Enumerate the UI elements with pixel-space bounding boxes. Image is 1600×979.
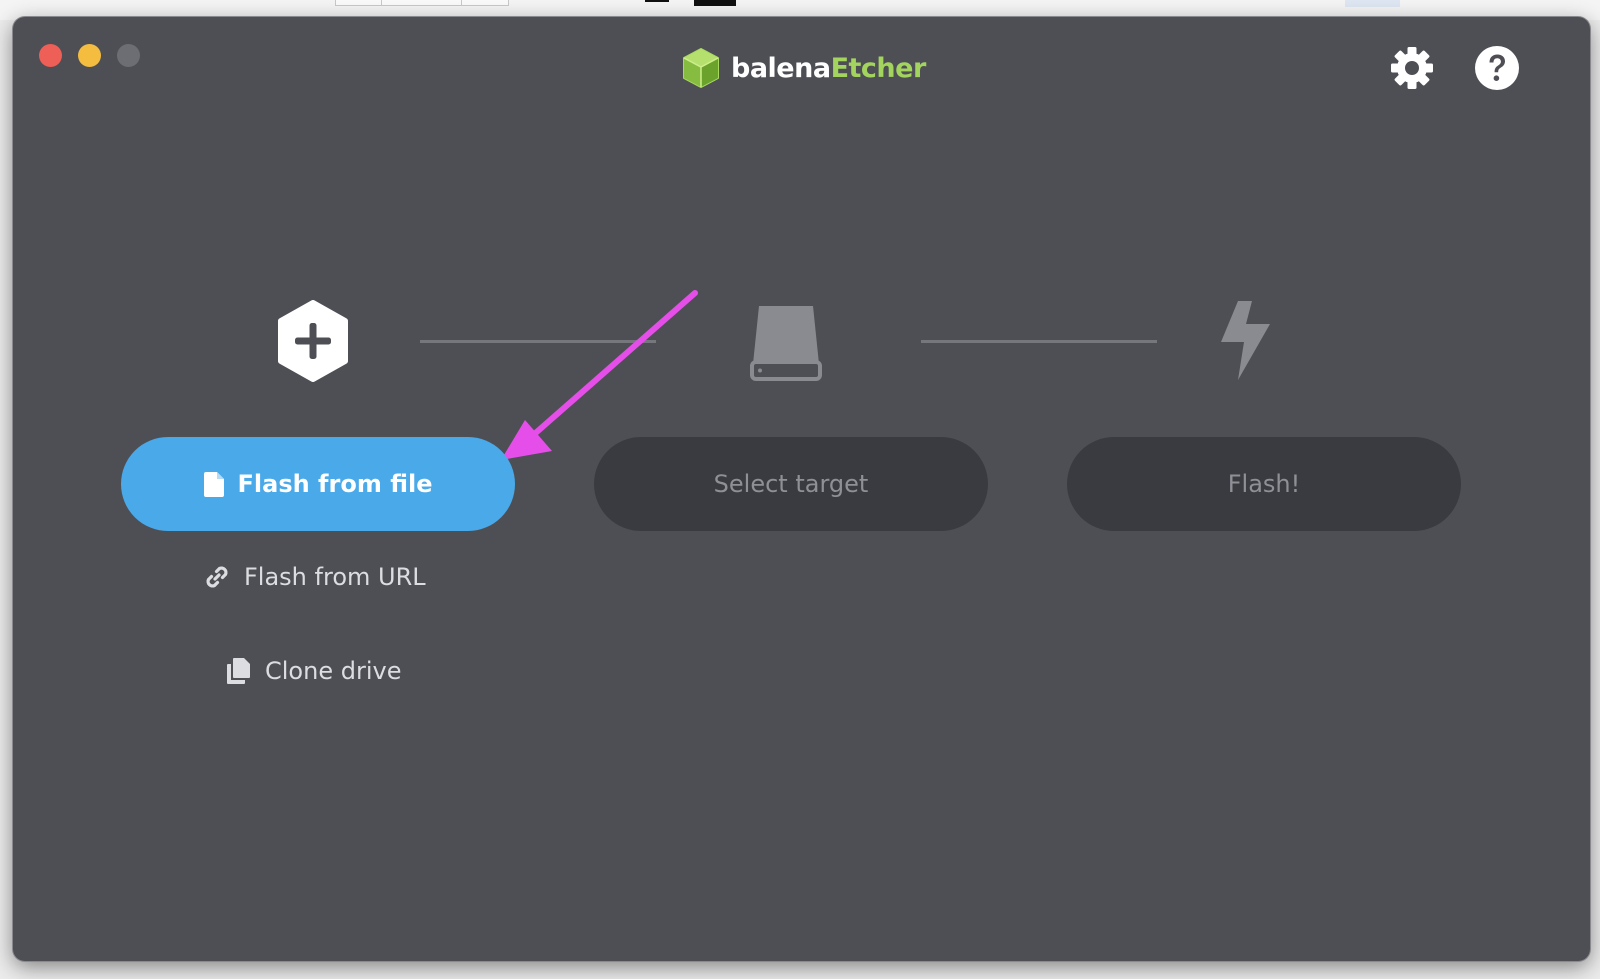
drive-icon bbox=[750, 306, 822, 381]
select-target-button[interactable]: Select target bbox=[594, 437, 988, 531]
step-connector bbox=[921, 340, 1157, 343]
link-icon bbox=[206, 566, 228, 588]
desktop-mark bbox=[694, 0, 736, 6]
clone-drive-label: Clone drive bbox=[265, 657, 402, 685]
flash-from-url-button[interactable]: Flash from URL bbox=[204, 561, 426, 593]
lightning-icon bbox=[1221, 301, 1270, 380]
plus-hexagon-icon bbox=[278, 300, 348, 382]
brand-prefix: balena bbox=[731, 52, 831, 84]
etcher-window: balenaEtcher Flash from file Select targ… bbox=[13, 17, 1590, 961]
brand-suffix: Etcher bbox=[830, 52, 927, 84]
select-target-label: Select target bbox=[713, 470, 869, 498]
flash-button[interactable]: Flash! bbox=[1067, 437, 1461, 531]
question-icon[interactable] bbox=[1473, 44, 1521, 92]
window-minimize-button[interactable] bbox=[78, 44, 101, 67]
desktop-mark bbox=[645, 0, 669, 2]
gear-icon[interactable] bbox=[1388, 44, 1436, 92]
window-close-button[interactable] bbox=[39, 44, 62, 67]
flash-label: Flash! bbox=[1227, 470, 1301, 498]
clone-drive-button[interactable]: Clone drive bbox=[227, 655, 401, 687]
desktop-tab bbox=[461, 0, 509, 6]
step-connector bbox=[420, 340, 656, 343]
copy-icon bbox=[227, 658, 250, 684]
flash-from-file-label: Flash from file bbox=[237, 470, 433, 498]
desktop-tab bbox=[381, 0, 463, 6]
desktop-tab bbox=[335, 0, 383, 6]
window-maximize-button[interactable] bbox=[117, 44, 140, 67]
balena-cube-icon bbox=[683, 48, 719, 88]
flash-from-url-label: Flash from URL bbox=[244, 563, 426, 591]
flash-from-file-button[interactable]: Flash from file bbox=[121, 437, 515, 531]
app-brand: balenaEtcher bbox=[681, 47, 926, 89]
desktop-mark bbox=[1345, 0, 1400, 7]
app-title: balenaEtcher bbox=[731, 53, 926, 84]
file-icon bbox=[203, 471, 224, 497]
